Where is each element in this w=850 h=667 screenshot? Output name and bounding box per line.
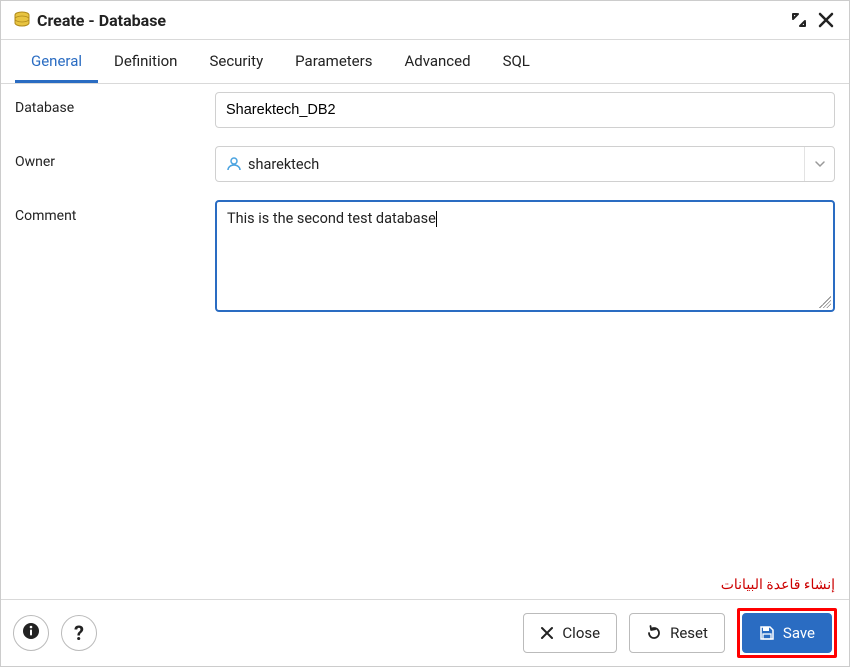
database-icon <box>13 11 31 29</box>
label-owner: Owner <box>15 146 215 170</box>
tab-general[interactable]: General <box>15 40 98 83</box>
reset-icon <box>646 625 662 641</box>
help-button[interactable]: ? <box>61 615 97 651</box>
dialog-titlebar: Create - Database <box>1 1 849 40</box>
close-label: Close <box>562 624 600 642</box>
form-area: إسم قاعدة البيانات إسم المالك لقاعدة الب… <box>1 84 849 599</box>
info-button[interactable] <box>13 615 49 651</box>
tab-advanced[interactable]: Advanced <box>388 40 486 83</box>
tab-sql[interactable]: SQL <box>487 40 546 83</box>
dialog-title: Create - Database <box>37 11 166 30</box>
user-icon <box>226 156 242 172</box>
comment-textarea[interactable]: This is the second test database <box>215 200 835 312</box>
text-cursor <box>436 211 437 227</box>
info-icon <box>22 622 40 645</box>
tab-definition[interactable]: Definition <box>98 40 193 83</box>
maximize-icon[interactable] <box>789 10 809 30</box>
save-button[interactable]: Save <box>742 613 832 653</box>
label-comment: Comment <box>15 200 215 224</box>
owner-value: sharektech <box>248 156 319 173</box>
reset-button[interactable]: Reset <box>629 613 725 653</box>
save-icon <box>759 625 775 641</box>
x-icon <box>540 626 554 640</box>
database-name-input[interactable] <box>215 92 835 128</box>
tab-parameters[interactable]: Parameters <box>279 40 388 83</box>
owner-select[interactable]: sharektech <box>215 146 835 182</box>
comment-text: This is the second test database <box>227 210 436 227</box>
create-database-dialog: Create - Database General Definition Sec… <box>0 0 850 667</box>
save-label: Save <box>783 624 815 642</box>
save-highlight: Save <box>737 608 837 658</box>
annotation-create: إنشاء قاعدة البيانات <box>721 577 835 593</box>
resize-handle-icon[interactable] <box>819 296 831 308</box>
label-database: Database <box>15 92 215 116</box>
dialog-tabs: General Definition Security Parameters A… <box>1 40 849 84</box>
dialog-footer: ? Close Reset Save <box>1 599 849 666</box>
close-button[interactable]: Close <box>523 613 617 653</box>
close-icon[interactable] <box>815 9 837 31</box>
tab-security[interactable]: Security <box>193 40 279 83</box>
chevron-down-icon[interactable] <box>804 147 834 181</box>
reset-label: Reset <box>670 624 708 642</box>
question-icon: ? <box>74 621 84 645</box>
